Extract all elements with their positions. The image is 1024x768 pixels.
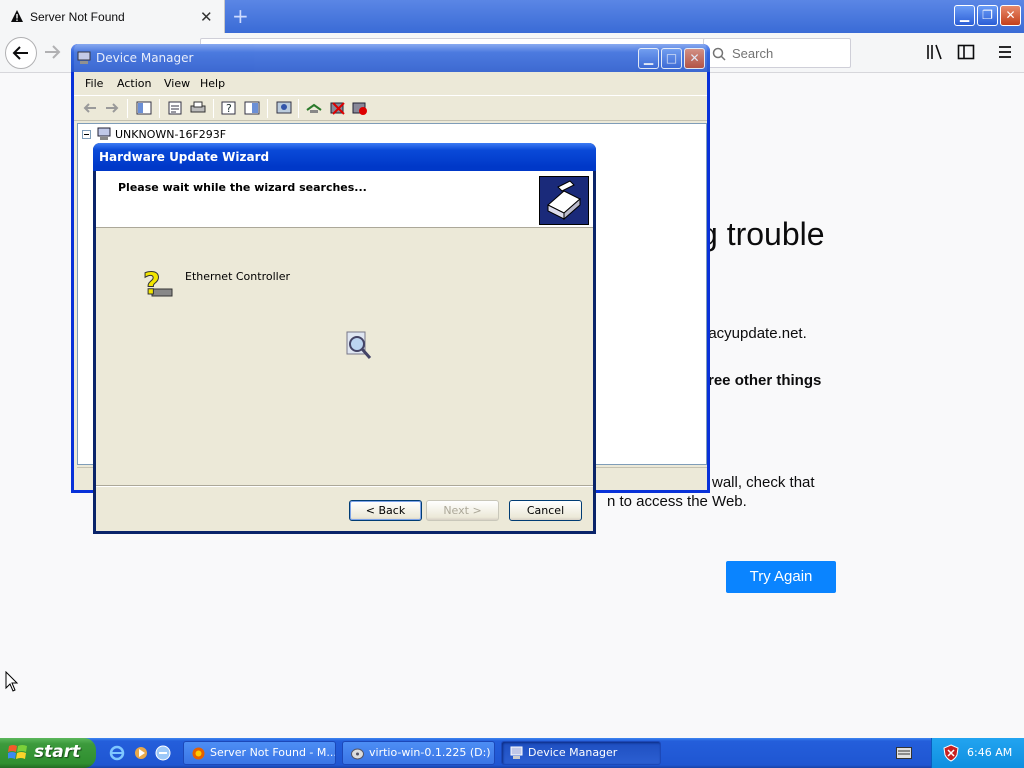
task-virtio-folder[interactable]: virtio-win-0.1.225 (D:): [342, 741, 495, 765]
cd-drive-icon: [351, 748, 364, 760]
disable-device-icon[interactable]: [351, 100, 369, 116]
menu-view[interactable]: View: [164, 77, 190, 90]
task-label: Device Manager: [528, 746, 618, 759]
search-icon: [712, 47, 726, 61]
firefox-icon: [192, 747, 205, 760]
svg-text:?: ?: [226, 102, 232, 115]
menu-action[interactable]: Action: [117, 77, 151, 90]
media-player-icon[interactable]: [132, 744, 150, 762]
start-button[interactable]: start: [0, 738, 96, 768]
toolbar-separator: [127, 99, 128, 118]
browser-tab[interactable]: Server Not Found ✕: [0, 0, 225, 33]
error-hint: wall, check that: [712, 474, 815, 491]
forward-arrow-icon[interactable]: [43, 43, 61, 61]
close-button[interactable]: ✕: [684, 48, 705, 69]
properties-icon[interactable]: [166, 100, 184, 116]
toolbar: ?: [74, 95, 707, 121]
start-label: start: [34, 742, 81, 762]
print-icon[interactable]: [189, 100, 207, 116]
cancel-button[interactable]: Cancel: [509, 500, 582, 521]
library-icon[interactable]: [926, 43, 944, 61]
unknown-device-icon: ?: [143, 267, 173, 303]
toolbar-separator: [298, 99, 299, 118]
minimize-button[interactable]: ▁: [638, 48, 659, 69]
close-button[interactable]: ✕: [1000, 5, 1021, 26]
toolbar-separator: [213, 99, 214, 118]
menu-help[interactable]: Help: [200, 77, 225, 90]
taskbar: start Server Not Found - M... virtio-win…: [0, 738, 1024, 768]
hamburger-menu-icon[interactable]: [996, 43, 1014, 61]
wizard-titlebar[interactable]: Hardware Update Wizard: [93, 143, 596, 171]
device-manager-titlebar[interactable]: Device Manager ▁ □ ✕: [71, 44, 710, 72]
keyboard-icon[interactable]: [896, 747, 912, 759]
task-device-manager[interactable]: Device Manager: [501, 741, 661, 765]
security-shield-icon[interactable]: [943, 744, 959, 762]
scan-hardware-icon[interactable]: [275, 100, 293, 116]
internet-explorer-icon[interactable]: [108, 744, 126, 762]
mouse-cursor-icon: [5, 671, 19, 692]
search-animation-icon: [346, 331, 372, 359]
sidebar-icon[interactable]: [957, 43, 975, 61]
error-title: g trouble: [700, 216, 825, 252]
toolbar-separator: [267, 99, 268, 118]
task-label: Server Not Found - M...: [210, 746, 336, 759]
toolbar-separator: [159, 99, 160, 118]
update-driver-icon[interactable]: [305, 100, 323, 116]
task-label: virtio-win-0.1.225 (D:): [369, 746, 491, 759]
hardware-logo-icon: [539, 176, 589, 225]
wizard-header: Please wait while the wizard searches...: [96, 171, 593, 228]
search-placeholder: Search: [732, 46, 774, 61]
show-hide-tree-icon[interactable]: [135, 100, 153, 116]
computer-icon: [510, 746, 523, 759]
back-icon[interactable]: [81, 100, 99, 116]
computer-icon: [77, 51, 91, 64]
svg-text:?: ?: [143, 267, 160, 302]
restore-button[interactable]: ❐: [977, 5, 998, 26]
forward-icon[interactable]: [103, 100, 121, 116]
window-title: Device Manager: [96, 51, 194, 65]
task-firefox[interactable]: Server Not Found - M...: [183, 741, 336, 765]
wizard-separator: [96, 485, 593, 487]
browser-tab-strip: Server Not Found ✕ + ▁ ❐ ✕: [0, 0, 1024, 33]
wizard-title: Hardware Update Wizard: [99, 150, 270, 164]
wizard-heading: Please wait while the wizard searches...: [118, 181, 367, 194]
menu-bar: File Action View Help: [74, 72, 707, 94]
next-button[interactable]: Next >: [426, 500, 499, 521]
minimize-button[interactable]: ▁: [954, 5, 975, 26]
error-hint-continued: n to access the Web.: [607, 493, 747, 510]
hardware-update-wizard: Hardware Update Wizard Please wait while…: [93, 143, 596, 534]
device-name: Ethernet Controller: [185, 270, 290, 283]
tree-root-computer[interactable]: UNKNOWN-16F293F: [115, 128, 226, 141]
warning-icon: [11, 10, 23, 22]
new-tab-icon[interactable]: +: [232, 4, 249, 28]
error-text: gacyupdate.net.: [700, 325, 807, 342]
back-button[interactable]: [5, 37, 37, 69]
collapse-icon[interactable]: [82, 130, 91, 139]
uninstall-icon[interactable]: [329, 100, 347, 116]
menu-file[interactable]: File: [85, 77, 103, 90]
tab-close-icon[interactable]: ✕: [200, 8, 213, 26]
clock: 6:46 AM: [967, 746, 1013, 759]
computer-icon: [97, 127, 111, 140]
error-subheading: ree other things: [708, 372, 822, 389]
view-icon[interactable]: [243, 100, 261, 116]
tab-title: Server Not Found: [30, 10, 125, 24]
search-input[interactable]: Search: [703, 38, 851, 68]
back-button[interactable]: < Back: [349, 500, 422, 521]
show-desktop-icon[interactable]: [154, 744, 172, 762]
help-icon[interactable]: ?: [220, 100, 238, 116]
try-again-button[interactable]: Try Again: [726, 561, 836, 593]
back-arrow-icon: [12, 46, 28, 60]
windows-logo-icon: [8, 745, 27, 759]
maximize-button[interactable]: □: [661, 48, 682, 69]
system-tray: 6:46 AM: [931, 738, 1024, 768]
